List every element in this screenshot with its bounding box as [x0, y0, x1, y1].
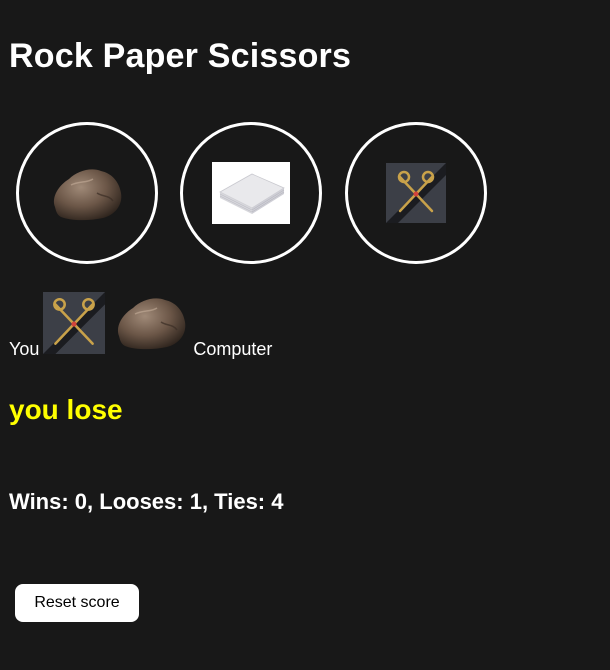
paper-choice-button[interactable] [180, 122, 322, 264]
page-title: Rock Paper Scissors [9, 37, 352, 75]
computer-move-rock-icon [113, 290, 189, 359]
result-row: You Computer [9, 290, 273, 359]
scissors-choice-button[interactable] [345, 122, 487, 264]
player-move-scissors-icon [43, 292, 106, 359]
game-page: Rock Paper Scissors You Computer you los… [0, 0, 610, 670]
rock-choice-button[interactable] [16, 122, 158, 264]
scissors-icon [386, 163, 446, 223]
paper-icon [212, 162, 290, 224]
computer-label: Computer [193, 339, 273, 359]
outcome-text: you lose [9, 394, 123, 425]
rock-icon [53, 169, 122, 221]
score-text: Wins: 0, Looses: 1, Ties: 4 [9, 489, 284, 514]
reset-score-button[interactable]: Reset score [15, 584, 139, 622]
you-label: You [9, 339, 40, 359]
